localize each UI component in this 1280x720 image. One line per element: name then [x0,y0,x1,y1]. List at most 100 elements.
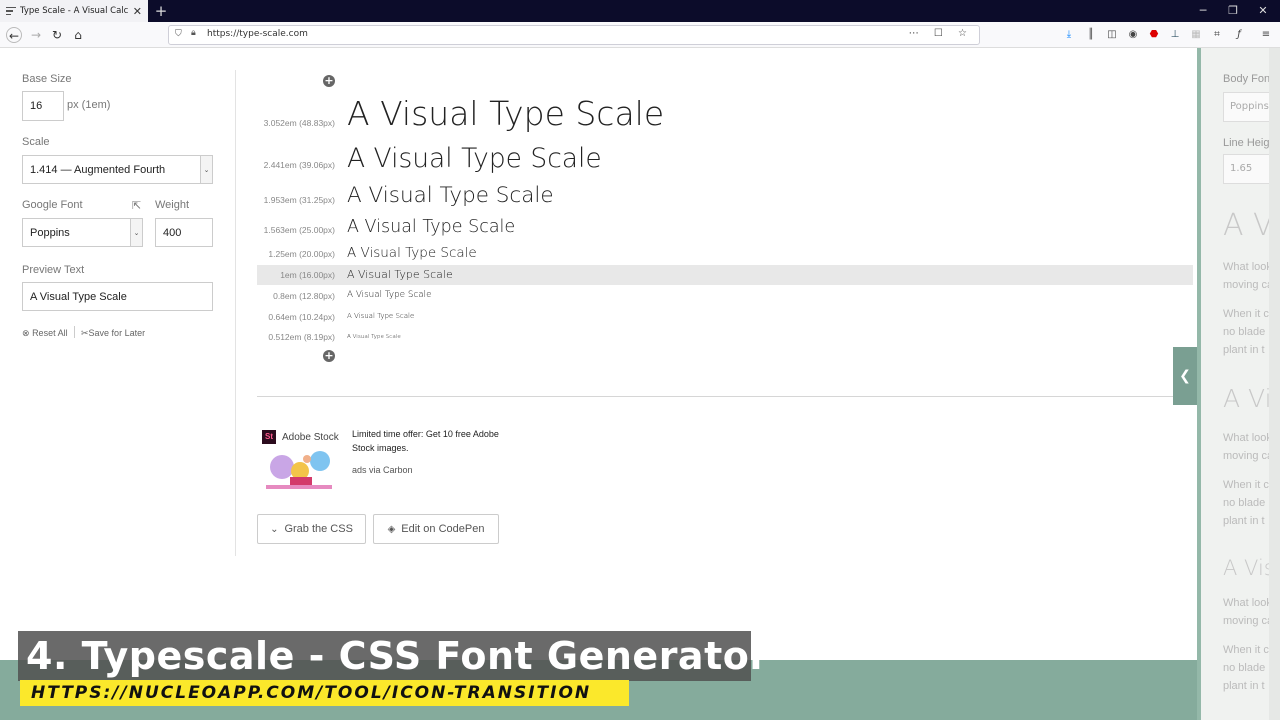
url-text: https://type-scale.com [207,29,308,39]
scale-sample: A Visual Type Scale [347,143,602,174]
preview-paragraph-line: no blade [1223,326,1266,338]
adobe-stock-logo: St [262,430,276,444]
chevron-left-icon: ❮ [1179,368,1191,384]
save-label: Save for Later [88,328,146,338]
scrollbar[interactable] [1269,48,1280,720]
add-larger-size-icon[interactable]: + [323,75,335,87]
grab-css-button[interactable]: ⌄ Grab the CSS [257,514,366,544]
new-tab-icon[interactable]: + [152,2,170,20]
edit-on-codepen-button[interactable]: ◈ Edit on CodePen [373,514,499,544]
google-font-label: Google Font [22,199,83,211]
font-icon[interactable]: ƒ [1232,27,1246,43]
browser-titlebar [0,0,1280,22]
scale-label: Scale [22,136,50,148]
preview-paragraph-line: When it c [1223,308,1269,320]
preview-text-label: Preview Text [22,264,85,276]
font-select-value: Poppins [30,226,70,239]
codepen-icon: ◈ [387,523,396,535]
reload-icon[interactable]: ↻ [49,27,65,43]
reset-label: Reset All [32,328,68,338]
divider [74,326,75,338]
size-label: 0.8em (12.80px) [273,291,335,301]
preview-paragraph-line: When it c [1223,479,1269,491]
body-font-label: Body Font [1223,73,1274,85]
ad-brand: Adobe Stock [282,432,339,443]
scale-sample: A Visual Type Scale [347,268,453,281]
font-select[interactable]: Poppins ⌄ [22,218,143,247]
reset-all-link[interactable]: ⊗ Reset All [22,328,68,339]
preview-text-input[interactable]: A Visual Type Scale [22,282,213,311]
reset-icon: ⊗ [22,328,30,338]
close-window-icon[interactable]: ✕ [1248,0,1278,22]
forward-icon[interactable]: → [28,27,44,43]
save-for-later-link[interactable]: ✂Save for Later [81,328,145,339]
site-favicon-icon [6,6,16,16]
chevron-down-icon: ⌄ [270,523,279,535]
scale-sample: A Visual Type Scale [347,312,415,320]
scale-sample: A Visual Type Scale [347,334,401,340]
minimize-icon[interactable]: ─ [1188,0,1218,22]
shield-icon: ⛉ [175,29,182,39]
tab-title: Type Scale - A Visual Calculator [20,6,129,16]
size-label: 3.052em (48.83px) [263,118,335,128]
scale-sample: A Visual Type Scale [347,183,554,208]
adblock-icon[interactable]: ⬣ [1147,27,1161,43]
url-banner: HTTPS://NUCLEOAPP.COM/TOOL/ICON-TRANSITI… [20,680,629,706]
scale-select[interactable]: 1.414 — Augmented Fourth ⌄ [22,155,213,184]
preview-paragraph-line: plant in t [1223,344,1265,356]
size-label: 1.563em (25.00px) [263,225,335,235]
chevron-down-icon: ⌄ [130,219,142,246]
external-link-icon[interactable]: ⇱ [132,199,141,212]
size-label: 1.953em (31.25px) [263,195,335,205]
add-smaller-size-icon[interactable]: + [323,350,335,362]
base-size-label: Base Size [22,73,72,85]
menu-icon[interactable]: ≡ [1259,27,1273,43]
address-bar[interactable]: ⛉ 🔒︎ https://type-scale.com ⋯ ☐ ☆ [168,25,980,45]
preview-paragraph-line: plant in t [1223,680,1265,692]
section-divider [257,396,1193,397]
video-caption: 4. Typescale - CSS Font Generator [26,634,769,678]
home-icon[interactable]: ⌂ [70,27,86,43]
collapse-panel-button[interactable]: ❮ [1173,347,1197,405]
extension-icon[interactable]: ⊥ [1168,27,1182,43]
codepen-label: Edit on CodePen [401,523,485,535]
panel-divider [235,70,236,556]
library-icon[interactable]: ║ [1084,27,1098,43]
browser-tab[interactable]: Type Scale - A Visual Calculator ✕ [0,0,148,22]
size-label: 2.441em (39.06px) [263,160,335,170]
sidebar-icon[interactable]: ◫ [1105,27,1119,43]
weight-label: Weight [155,199,190,211]
scissors-icon: ✂ [81,328,89,338]
weight-input[interactable]: 400 [155,218,213,247]
scale-sample: A Visual Type Scale [347,290,432,300]
browser-navbar: ← → ↻ ⌂ ⛉ 🔒︎ https://type-scale.com ⋯ ☐ … [0,22,1280,48]
size-label: 1.25em (20.00px) [268,249,335,259]
preview-paragraph-line: moving ca [1223,279,1274,291]
ad-offer-text[interactable]: Limited time offer: Get 10 free Adobe St… [352,427,502,455]
preview-paragraph-line: plant in t [1223,515,1265,527]
chevron-down-icon: ⌄ [200,156,212,183]
ad-image[interactable] [262,447,336,493]
grab-css-label: Grab the CSS [284,523,353,535]
account-icon[interactable]: ◉ [1126,27,1140,43]
preview-panel: Body Font Poppins Line Height 1.65 A Vis… [1197,48,1280,720]
scale-sample: A Visual Type Scale [347,245,477,261]
download-icon[interactable]: ⤓ [1062,27,1076,43]
restore-icon[interactable]: ❐ [1218,0,1248,22]
extension-2-icon[interactable]: ▦ [1189,27,1203,43]
preview-paragraph-line: no blade [1223,662,1266,674]
preview-paragraph-line: no blade [1223,497,1266,509]
url-banner-text: HTTPS://NUCLEOAPP.COM/TOOL/ICON-TRANSITI… [31,683,592,703]
preview-paragraph-line: moving ca [1223,450,1274,462]
base-size-input[interactable]: 16 [22,91,64,121]
ad-via-carbon[interactable]: ads via Carbon [352,465,413,475]
tab-close-icon[interactable]: ✕ [133,5,142,18]
scale-sample: A Visual Type Scale [347,94,665,133]
back-icon[interactable]: ← [6,27,22,43]
size-label: 0.64em (10.24px) [268,312,335,322]
crop-icon[interactable]: ⌗ [1210,27,1224,43]
scale-select-value: 1.414 — Augmented Fourth [30,163,166,176]
page-actions[interactable]: ⋯ ☐ ☆ [909,28,973,39]
preview-paragraph-line: When it c [1223,644,1269,656]
size-label: 1em (16.00px) [280,270,335,280]
